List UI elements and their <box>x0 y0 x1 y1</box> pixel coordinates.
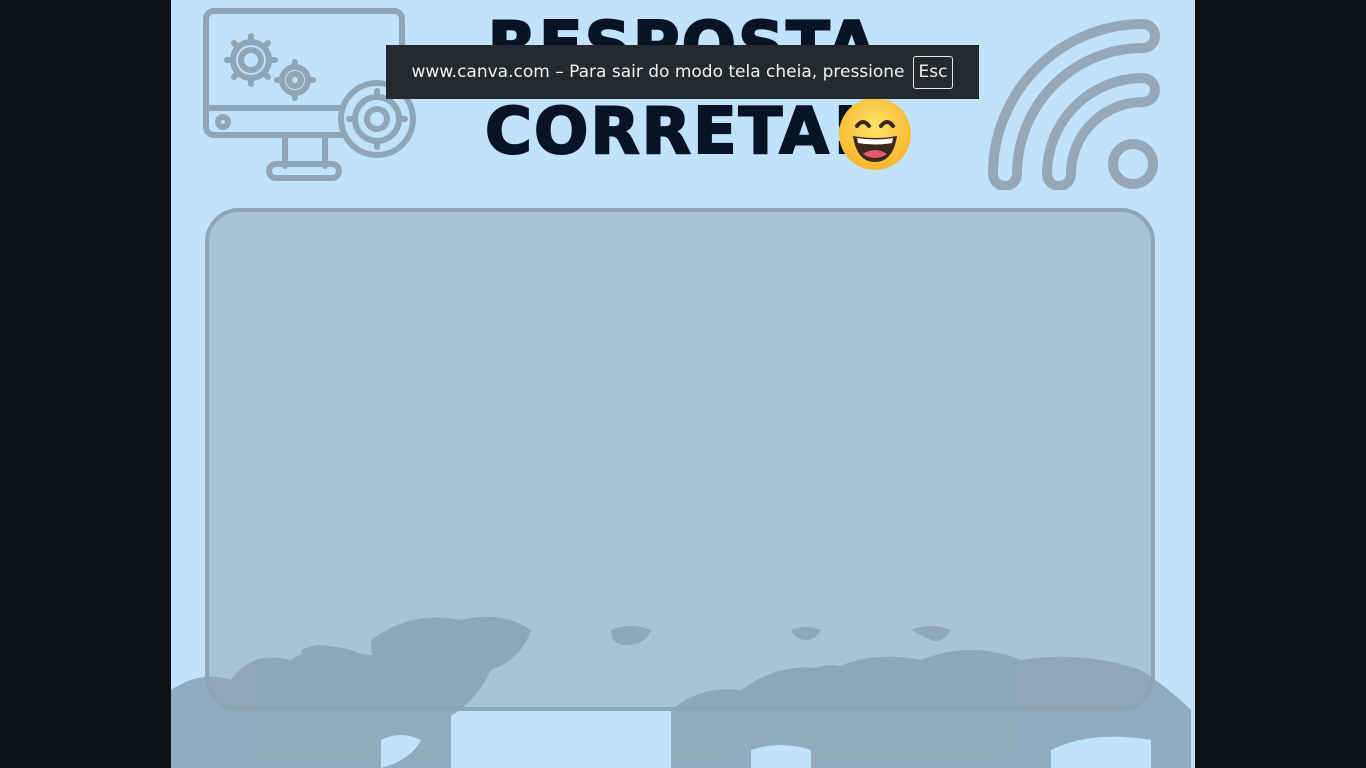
wifi-icon <box>987 18 1160 190</box>
fullscreen-notice-message: www.canva.com – Para sair do modo tela c… <box>411 62 905 82</box>
grinning-face-emoji <box>839 98 911 170</box>
esc-key-hint: Esc <box>912 55 954 89</box>
world-map-graphic <box>171 616 1191 768</box>
fullscreen-notice: www.canva.com – Para sair do modo tela c… <box>386 45 979 99</box>
presentation-slide: RESPOSTA CORRETA! <box>171 0 1195 768</box>
